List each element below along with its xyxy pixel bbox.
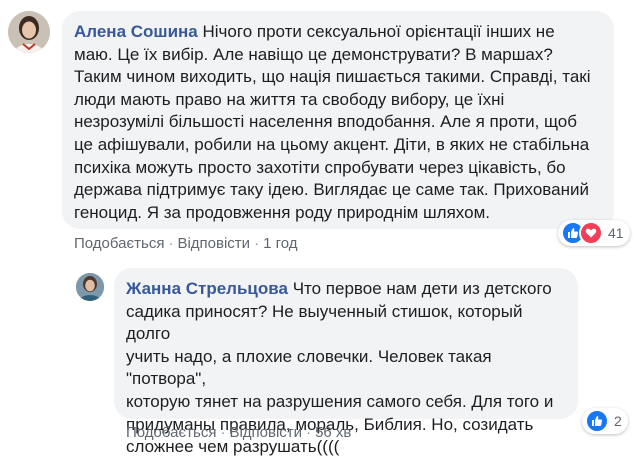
like-link[interactable]: Подобається bbox=[74, 235, 164, 252]
reaction-summary[interactable]: 2 bbox=[582, 408, 628, 434]
comment-bubble: Алена Сошина Нічого проти сексуальної ор… bbox=[62, 11, 614, 229]
avatar-photo-icon bbox=[76, 273, 104, 301]
comment-actions: Подобається · Відповісти · 1 год bbox=[74, 235, 297, 252]
reply-link[interactable]: Відповісти bbox=[229, 424, 302, 441]
avatar-photo-icon bbox=[8, 11, 50, 53]
love-icon bbox=[579, 221, 603, 245]
timestamp[interactable]: 56 хв bbox=[315, 424, 351, 441]
reaction-count: 41 bbox=[608, 225, 624, 241]
comment-text: Алена Сошина Нічого проти сексуальної ор… bbox=[74, 21, 602, 224]
separator-dot: · bbox=[168, 235, 174, 252]
separator-dot: · bbox=[254, 235, 260, 252]
comment-author[interactable]: Алена Сошина bbox=[74, 22, 198, 41]
like-icon bbox=[585, 409, 609, 433]
separator-dot: · bbox=[220, 424, 226, 441]
comment-author[interactable]: Жанна Стрельцова bbox=[126, 279, 288, 298]
timestamp[interactable]: 1 год bbox=[263, 235, 297, 252]
separator-dot: · bbox=[306, 424, 312, 441]
comment-bubble: Жанна Стрельцова Что первое нам дети из … bbox=[114, 268, 578, 456]
comment-actions: Подобається · Відповісти · 56 хв bbox=[126, 424, 351, 441]
avatar[interactable] bbox=[76, 273, 104, 301]
reaction-count: 2 bbox=[614, 413, 622, 429]
reply-link[interactable]: Відповісти bbox=[177, 235, 250, 252]
avatar[interactable] bbox=[8, 11, 50, 53]
comment-body: Нічого проти сексуальної орієнтації інши… bbox=[74, 22, 591, 222]
reaction-summary[interactable]: 41 bbox=[558, 220, 630, 246]
like-link[interactable]: Подобається bbox=[126, 424, 216, 441]
